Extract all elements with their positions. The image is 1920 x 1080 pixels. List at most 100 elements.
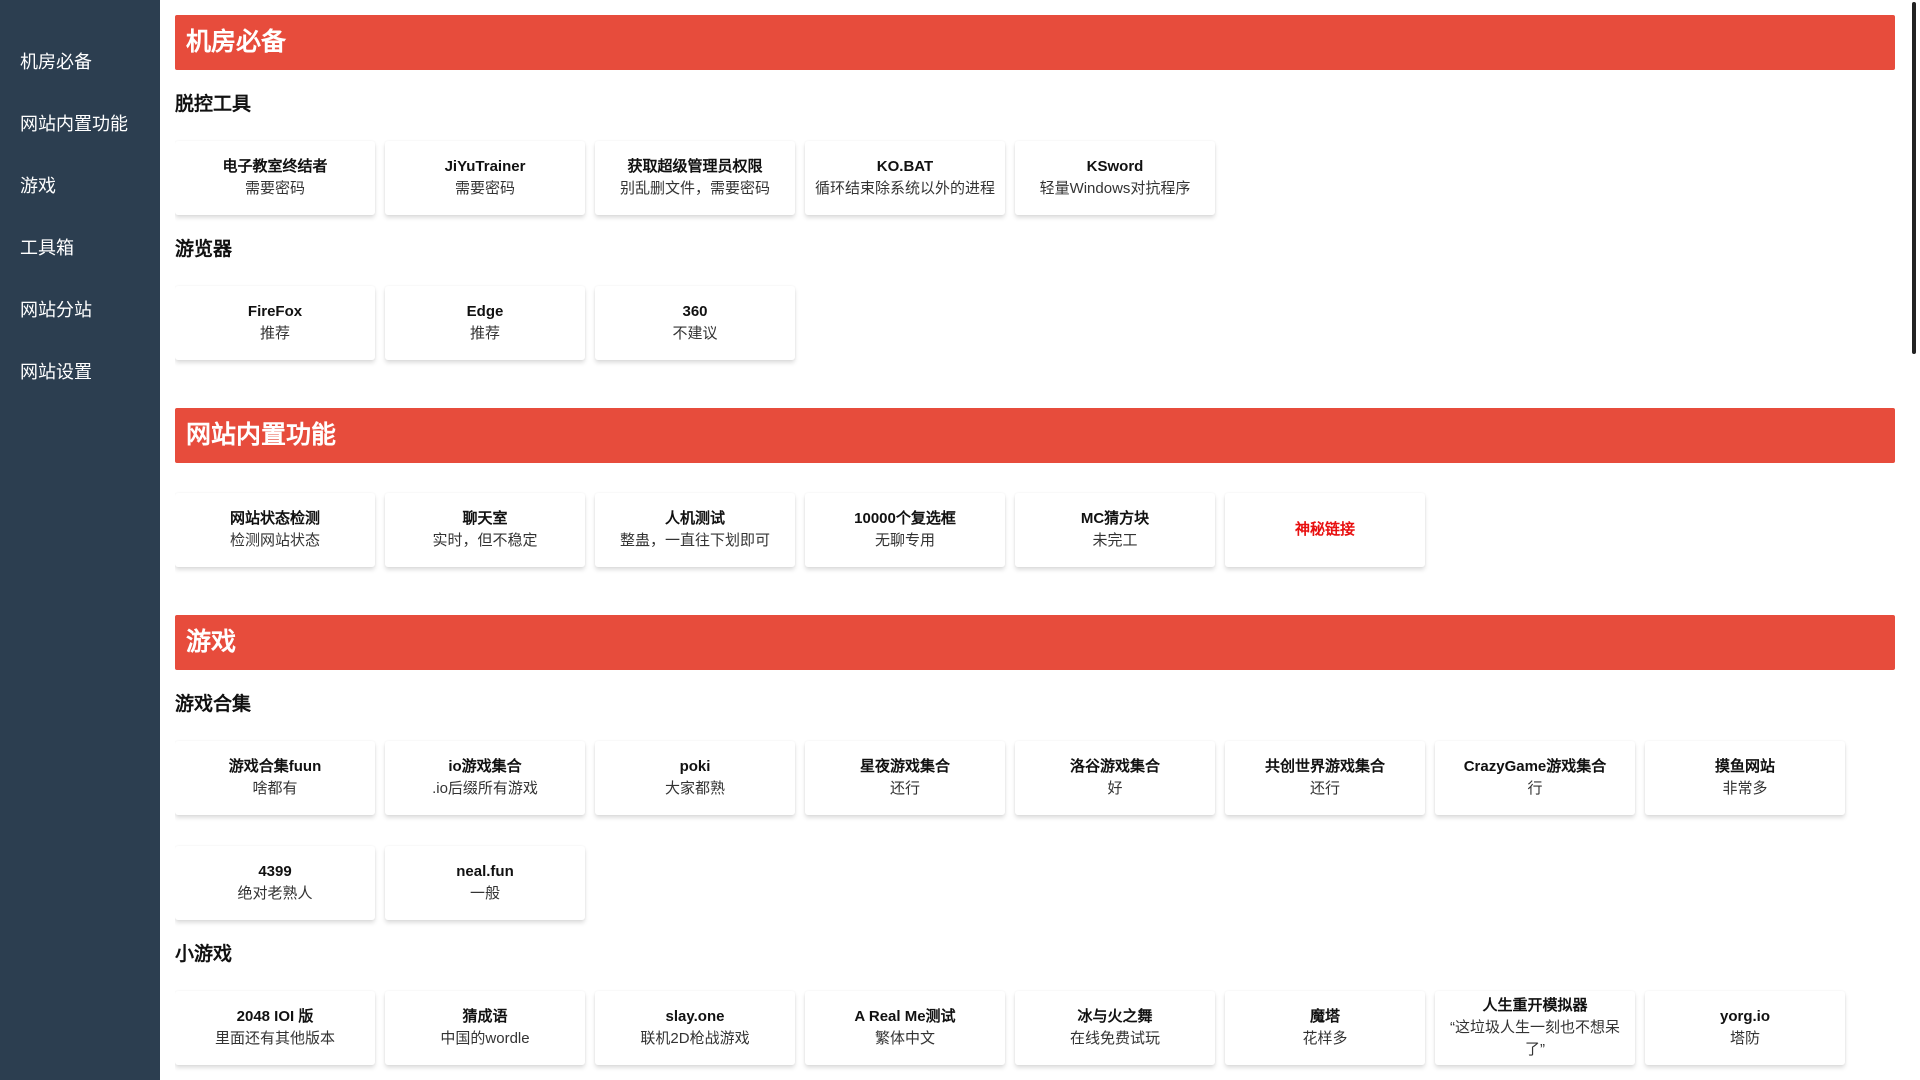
card-desc: 联机2D枪战游戏 [640, 1030, 750, 1047]
card-title: 人机测试 [664, 510, 725, 527]
card-title: A Real Me测试 [854, 1008, 956, 1025]
card-title: 星夜游戏集合 [859, 758, 950, 775]
card-link[interactable]: 冰与火之舞 在线免费试玩 [1015, 991, 1215, 1065]
card-link[interactable]: 魔塔 花样多 [1225, 991, 1425, 1065]
card-title: 摸鱼网站 [1714, 758, 1775, 775]
card-link[interactable]: yorg.io 塔防 [1645, 991, 1845, 1065]
card-desc: 繁体中文 [874, 1030, 935, 1047]
card-desc: 好 [1107, 780, 1123, 797]
card-link[interactable]: 4399 绝对老熟人 [175, 846, 375, 920]
card-desc: 中国的wordle [440, 1030, 530, 1047]
card-title: 共创世界游戏集合 [1264, 758, 1385, 775]
card-title: 电子教室终结者 [222, 158, 328, 175]
card-link[interactable]: 洛谷游戏集合 好 [1015, 741, 1215, 815]
card-title: 4399 [258, 863, 292, 880]
sidebar-menu: 机房必备 网站内置功能 游戏 工具箱 网站分站 网站设置 [0, 40, 160, 412]
card-grid: 2048 IOI 版 里面还有其他版本 猜成语 中国的wordle slay.o… [175, 967, 1895, 1065]
card-link[interactable]: 10000个复选框 无聊专用 [805, 493, 1005, 567]
card-link[interactable]: 360 不建议 [595, 286, 795, 360]
card-desc: 推荐 [259, 325, 290, 342]
card-link[interactable]: MC猜方块 未完工 [1015, 493, 1215, 567]
card-desc: 还行 [1309, 780, 1340, 797]
card-title: slay.one [665, 1008, 725, 1025]
card-title: 洛谷游戏集合 [1069, 758, 1160, 775]
card-link[interactable]: 获取超级管理员权限 别乱删文件，需要密码 [595, 141, 795, 215]
mystery-link-card[interactable]: 神秘链接 [1225, 493, 1425, 567]
card-desc: 大家都熟 [664, 780, 725, 797]
card-link[interactable]: 共创世界游戏集合 还行 [1225, 741, 1425, 815]
card-desc: 一般 [469, 885, 500, 902]
card-link[interactable]: poki 大家都熟 [595, 741, 795, 815]
card-desc: 整蛊，一直往下划即可 [619, 532, 770, 549]
card-title: CrazyGame游戏集合 [1463, 758, 1607, 775]
card-link[interactable]: slay.one 联机2D枪战游戏 [595, 991, 795, 1065]
card-desc: 推荐 [469, 325, 500, 342]
card-link[interactable]: FireFox 推荐 [175, 286, 375, 360]
card-desc: 花样多 [1302, 1030, 1348, 1047]
group-title: 游览器 [175, 239, 233, 260]
card-title: Edge [466, 303, 504, 320]
card-link[interactable]: 网站状态检测 检测网站状态 [175, 493, 375, 567]
card-title: io游戏集合 [448, 758, 522, 775]
card-title: 魔塔 [1309, 1008, 1340, 1025]
card-desc: 无聊专用 [874, 532, 935, 549]
card-title: 游戏合集fuun [228, 758, 322, 775]
card-link[interactable]: io游戏集合 .io后缀所有游戏 [385, 741, 585, 815]
card-grid: FireFox 推荐 Edge 推荐 360 不建议 [175, 262, 1895, 360]
card-link[interactable]: 聊天室 实时，但不稳定 [385, 493, 585, 567]
card-link[interactable]: neal.fun 一般 [385, 846, 585, 920]
card-desc: 里面还有其他版本 [214, 1030, 335, 1047]
card-desc: 绝对老熟人 [237, 885, 313, 902]
card-link[interactable]: 人机测试 整蛊，一直往下划即可 [595, 493, 795, 567]
card-link[interactable]: 摸鱼网站 非常多 [1645, 741, 1845, 815]
section-header: 网站内置功能 [175, 408, 1895, 463]
scrollbar-thumb[interactable] [1912, 2, 1916, 354]
card-title: 10000个复选框 [854, 510, 956, 527]
card-link[interactable]: A Real Me测试 繁体中文 [805, 991, 1005, 1065]
page-scrollbar[interactable] [1912, 0, 1918, 1080]
card-link[interactable]: 猜成语 中国的wordle [385, 991, 585, 1065]
card-title: 聊天室 [462, 510, 508, 527]
card-title: JiYuTrainer [444, 158, 526, 175]
card-desc: 还行 [889, 780, 920, 797]
card-link[interactable]: KO.BAT 循环结束除系统以外的进程 [805, 141, 1005, 215]
card-desc: 在线免费试玩 [1069, 1030, 1160, 1047]
sidebar-item-toolbox[interactable]: 工具箱 [0, 226, 160, 288]
card-title: 获取超级管理员权限 [627, 158, 763, 175]
section-games: 游戏 游戏合集 游戏合集fuun 啥都有 io游戏集合 .io后缀所有游戏 po… [175, 615, 1895, 1065]
card-grid: 网站状态检测 检测网站状态 聊天室 实时，但不稳定 人机测试 整蛊，一直往下划即… [175, 469, 1895, 567]
card-link[interactable]: 电子教室终结者 需要密码 [175, 141, 375, 215]
section-builtin-features: 网站内置功能 网站状态检测 检测网站状态 聊天室 实时，但不稳定 人机测试 整蛊… [175, 408, 1895, 567]
card-link[interactable]: 星夜游戏集合 还行 [805, 741, 1005, 815]
card-desc: 塔防 [1729, 1030, 1760, 1047]
card-title: 冰与火之舞 [1077, 1008, 1153, 1025]
section-header: 机房必备 [175, 15, 1895, 70]
card-link[interactable]: JiYuTrainer 需要密码 [385, 141, 585, 215]
card-grid: 电子教室终结者 需要密码 JiYuTrainer 需要密码 获取超级管理员权限 … [175, 117, 1895, 215]
card-link[interactable]: Edge 推荐 [385, 286, 585, 360]
card-title: 360 [682, 303, 708, 320]
card-desc: 不建议 [672, 325, 718, 342]
group-title: 游戏合集 [175, 694, 252, 715]
card-link[interactable]: KSword 轻量Windows对抗程序 [1015, 141, 1215, 215]
card-desc: 啥都有 [252, 780, 298, 797]
card-title: poki [679, 758, 711, 775]
card-desc: 实时，但不稳定 [432, 532, 538, 549]
card-desc: 检测网站状态 [229, 532, 320, 549]
main-content: 机房必备 脱控工具 电子教室终结者 需要密码 JiYuTrainer 需要密码 … [175, 15, 1895, 1080]
card-title: 人生重开模拟器 [1482, 997, 1588, 1014]
card-desc: 别乱删文件，需要密码 [619, 180, 770, 197]
card-link[interactable]: 2048 IOI 版 里面还有其他版本 [175, 991, 375, 1065]
sidebar-item-settings[interactable]: 网站设置 [0, 350, 160, 412]
card-link[interactable]: 人生重开模拟器 “这垃圾人生一刻也不想呆了” [1435, 991, 1635, 1065]
card-title: yorg.io [1719, 1008, 1770, 1025]
sidebar-item-jifang[interactable]: 机房必备 [0, 40, 160, 102]
card-desc: 未完工 [1092, 532, 1138, 549]
sidebar-item-games[interactable]: 游戏 [0, 164, 160, 226]
card-link[interactable]: 游戏合集fuun 啥都有 [175, 741, 375, 815]
section-jifang: 机房必备 脱控工具 电子教室终结者 需要密码 JiYuTrainer 需要密码 … [175, 15, 1895, 360]
card-title: 神秘链接 [1294, 521, 1355, 538]
sidebar-item-builtin-features[interactable]: 网站内置功能 [0, 102, 160, 164]
card-link[interactable]: CrazyGame游戏集合 行 [1435, 741, 1635, 815]
sidebar-item-substations[interactable]: 网站分站 [0, 288, 160, 350]
